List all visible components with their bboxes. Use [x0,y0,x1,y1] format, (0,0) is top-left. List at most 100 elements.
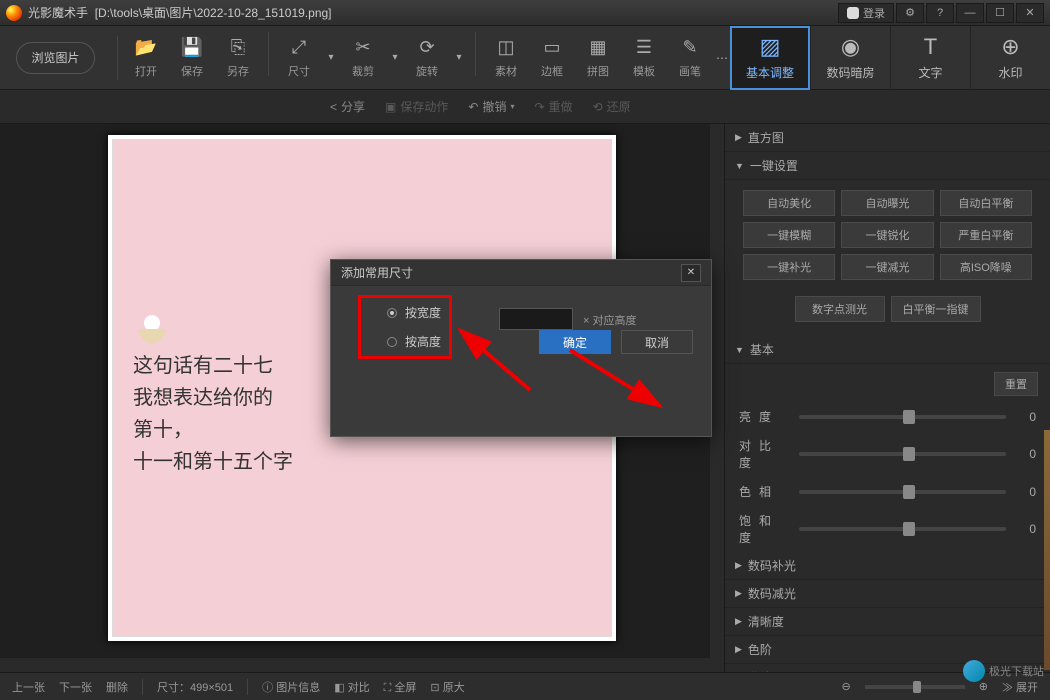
restore-icon: ⟲ [593,100,603,114]
browse-images-button[interactable]: 浏览图片 [16,42,95,74]
restore-button[interactable]: ⟲还原 [593,98,631,115]
undo-button[interactable]: ↶撤销▾ [468,98,514,115]
sub-toolbar: <分享 ▣保存动作 ↶撤销▾ ↷重做 ⟲还原 [0,90,1050,124]
image-info-button[interactable]: ⓘ 图片信息 [262,679,320,695]
scrollbar-horizontal[interactable] [0,658,710,672]
share-button[interactable]: <分享 [330,98,365,115]
section-onekey[interactable]: ▼一键设置 [725,152,1050,180]
reset-button[interactable]: 重置 [994,372,1038,396]
minimize-button[interactable]: — [956,3,984,23]
auto-wb-button[interactable]: 自动白平衡 [940,190,1032,216]
tab-basic-adjust[interactable]: ▨基本调整 [730,26,810,90]
open-button[interactable]: 📂打开 [124,32,168,84]
onekey-dim-button[interactable]: 一键减光 [841,254,933,280]
main-toolbar: 浏览图片 📂打开 💾保存 ⎘另存 ⤢尺寸 ▾ ✂裁剪 ▾ ⟳旋转 ▾ ◫素材 ▭… [0,26,1050,90]
section-histogram[interactable]: ▶直方图 [725,124,1050,152]
cancel-button[interactable]: 取消 [621,330,693,354]
slider-thumb[interactable] [903,522,915,536]
slider-brightness[interactable]: 亮度 0 [725,402,1050,431]
border-button[interactable]: ▭边框 [530,32,574,84]
titlebar: 光影魔术手 [D:\tools\桌面\图片\2022-10-28_151019.… [0,0,1050,26]
slider-label: 对比度 [739,437,789,471]
template-icon: ☰ [633,37,655,59]
slider-track[interactable] [799,527,1006,531]
crop-dropdown[interactable]: ▾ [387,32,403,84]
slider-thumb[interactable] [903,447,915,461]
onekey-fill-button[interactable]: 一键补光 [743,254,835,280]
zoom-out-button[interactable]: ⊖ [842,680,851,693]
slider-label: 色相 [739,483,789,500]
tab-text[interactable]: T文字 [890,26,970,90]
image-text: 这句话有二十七 我想表达给你的 第十， 十一和第十五个字 [133,350,293,478]
tab-darkroom[interactable]: ◉数码暗房 [810,26,890,90]
next-image-button[interactable]: 下一张 [59,679,92,695]
collage-button[interactable]: ▦拼图 [576,32,620,84]
onekey-blur-button[interactable]: 一键模糊 [743,222,835,248]
size-input[interactable] [499,308,573,330]
slider-thumb[interactable] [903,410,915,424]
size-button[interactable]: ⤢尺寸 [277,32,321,84]
onekey-grid: 自动美化 自动曝光 自动白平衡 一键模糊 一键锐化 严重白平衡 一键补光 一键减… [725,180,1050,290]
severe-wb-button[interactable]: 严重白平衡 [940,222,1032,248]
save-button[interactable]: 💾保存 [170,32,214,84]
slider-track[interactable] [799,452,1006,456]
slider-hue[interactable]: 色相 0 [725,477,1050,506]
template-button[interactable]: ☰模板 [622,32,666,84]
chevron-down-icon: ▾ [384,47,406,69]
chevron-right-icon: ▶ [735,616,742,627]
ok-button[interactable]: 确定 [539,330,611,354]
auto-beautify-button[interactable]: 自动美化 [743,190,835,216]
radio-dot-icon [387,308,397,318]
save-as-button[interactable]: ⎘另存 [216,32,260,84]
original-size-button[interactable]: ⊡ 原大 [430,679,464,695]
section-clarity[interactable]: ▶清晰度 [725,608,1050,636]
onekey-sharpen-button[interactable]: 一键锐化 [841,222,933,248]
slider-contrast[interactable]: 对比度0 [725,431,1050,477]
slider-value: 0 [1016,410,1036,424]
chevron-right-icon: ▶ [735,644,742,655]
zoom-slider[interactable] [865,685,965,689]
slider-label: 亮度 [739,408,789,425]
compare-button[interactable]: ◧ 对比 [334,679,369,695]
crop-button[interactable]: ✂裁剪 [341,32,385,84]
high-iso-button[interactable]: 高ISO降噪 [940,254,1032,280]
brush-icon: ✎ [679,37,701,59]
rotate-dropdown[interactable]: ▾ [451,32,467,84]
fullscreen-button[interactable]: ⛶ 全屏 [384,679,417,695]
brush-button[interactable]: ✎画笔 [668,32,712,84]
add-size-dialog: 添加常用尺寸 ✕ 按宽度 按高度 × 对应高度 确定 取消 [330,259,712,437]
dialog-close-button[interactable]: ✕ [681,264,701,282]
save-action-button[interactable]: ▣保存动作 [385,98,448,115]
slider-track[interactable] [799,490,1006,494]
section-fill-light[interactable]: ▶数码补光 [725,552,1050,580]
wb-onekey-button[interactable]: 白平衡一指键 [891,296,981,322]
slider-track[interactable] [799,415,1006,419]
auto-exposure-button[interactable]: 自动曝光 [841,190,933,216]
dialog-titlebar[interactable]: 添加常用尺寸 ✕ [331,260,711,286]
slider-thumb[interactable] [903,485,915,499]
section-dim-light[interactable]: ▶数码减光 [725,580,1050,608]
more-button[interactable]: ⋯ [714,32,730,84]
spot-meter-button[interactable]: 数字点测光 [795,296,885,322]
help-button[interactable]: ? [926,3,954,23]
settings-button[interactable]: ⚙ [896,3,924,23]
camera-icon: ◉ [841,34,860,60]
maximize-button[interactable]: ☐ [986,3,1014,23]
prev-image-button[interactable]: 上一张 [12,679,45,695]
collage-icon: ▦ [587,37,609,59]
scrollbar-vertical[interactable] [710,124,724,672]
redo-button[interactable]: ↷重做 [534,98,572,115]
close-button[interactable]: ✕ [1016,3,1044,23]
delete-button[interactable]: 删除 [106,679,128,695]
material-button[interactable]: ◫素材 [484,32,528,84]
size-icon: ⤢ [288,37,310,59]
saveas-icon: ⎘ [227,37,249,59]
tool-group: 📂打开 💾保存 ⎘另存 ⤢尺寸 ▾ ✂裁剪 ▾ ⟳旋转 ▾ ◫素材 ▭边框 ▦拼… [124,32,730,84]
size-dropdown[interactable]: ▾ [323,32,339,84]
section-basic[interactable]: ▼基本 [725,336,1050,364]
rotate-button[interactable]: ⟳旋转 [405,32,449,84]
slider-value: 0 [1016,485,1036,499]
slider-saturation[interactable]: 饱和度0 [725,506,1050,552]
tab-watermark[interactable]: ⊕水印 [970,26,1050,90]
login-button[interactable]: 登录 [838,3,894,23]
